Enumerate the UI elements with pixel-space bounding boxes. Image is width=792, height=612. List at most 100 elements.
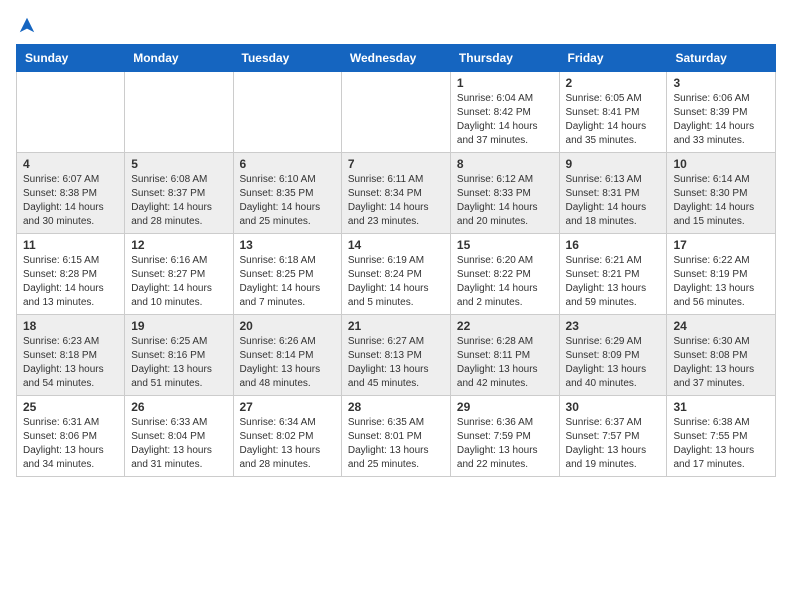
calendar-cell xyxy=(17,72,125,153)
day-number: 17 xyxy=(673,238,769,252)
day-info: Sunrise: 6:22 AM Sunset: 8:19 PM Dayligh… xyxy=(673,254,769,310)
day-info: Sunrise: 6:34 AM Sunset: 8:02 PM Dayligh… xyxy=(240,416,335,472)
calendar-cell: 24 Sunrise: 6:30 AM Sunset: 8:08 PM Dayli… xyxy=(667,315,776,396)
day-info: Sunrise: 6:31 AM Sunset: 8:06 PM Dayligh… xyxy=(23,416,118,472)
day-header-monday: Monday xyxy=(125,45,233,72)
day-info: Sunrise: 6:33 AM Sunset: 8:04 PM Dayligh… xyxy=(131,416,226,472)
logo-icon xyxy=(18,16,36,34)
calendar-cell xyxy=(125,72,233,153)
calendar-cell: 16Sunrise: 6:21 AM Sunset: 8:21 PM Dayli… xyxy=(559,234,667,315)
calendar-cell: 22 Sunrise: 6:28 AM Sunset: 8:11 PM Dayli… xyxy=(450,315,559,396)
calendar-week-row: 18Sunrise: 6:23 AM Sunset: 8:18 PM Dayli… xyxy=(17,315,776,396)
day-info: Sunrise: 6:27 AM Sunset: 8:13 PM Dayligh… xyxy=(348,335,444,391)
day-number: 14 xyxy=(348,238,444,252)
calendar-cell: 14 Sunrise: 6:19 AM Sunset: 8:24 PM Dayli… xyxy=(341,234,450,315)
calendar-cell: 2 Sunrise: 6:05 AM Sunset: 8:41 PM Daylig… xyxy=(559,72,667,153)
calendar-week-row: 4 Sunrise: 6:07 AM Sunset: 8:38 PM Daylig… xyxy=(17,153,776,234)
calendar-table: SundayMondayTuesdayWednesdayThursdayFrid… xyxy=(16,44,776,477)
day-number: 12 xyxy=(131,238,226,252)
day-header-tuesday: Tuesday xyxy=(233,45,341,72)
day-info: Sunrise: 6:08 AM Sunset: 8:37 PM Dayligh… xyxy=(131,173,226,229)
day-number: 29 xyxy=(457,400,553,414)
day-header-sunday: Sunday xyxy=(17,45,125,72)
day-info: Sunrise: 6:13 AM Sunset: 8:31 PM Dayligh… xyxy=(566,173,661,229)
calendar-cell: 29 Sunrise: 6:36 AM Sunset: 7:59 PM Dayli… xyxy=(450,396,559,477)
calendar-cell: 6 Sunrise: 6:10 AM Sunset: 8:35 PM Daylig… xyxy=(233,153,341,234)
day-number: 4 xyxy=(23,157,118,171)
day-number: 13 xyxy=(240,238,335,252)
calendar-cell: 27 Sunrise: 6:34 AM Sunset: 8:02 PM Dayli… xyxy=(233,396,341,477)
calendar-week-row: 11 Sunrise: 6:15 AM Sunset: 8:28 PM Dayli… xyxy=(17,234,776,315)
day-info: Sunrise: 6:26 AM Sunset: 8:14 PM Dayligh… xyxy=(240,335,335,391)
calendar-header-row: SundayMondayTuesdayWednesdayThursdayFrid… xyxy=(17,45,776,72)
calendar-cell: 8 Sunrise: 6:12 AM Sunset: 8:33 PM Daylig… xyxy=(450,153,559,234)
day-number: 19 xyxy=(131,319,226,333)
day-info: Sunrise: 6:36 AM Sunset: 7:59 PM Dayligh… xyxy=(457,416,553,472)
day-info: Sunrise: 6:37 AM Sunset: 7:57 PM Dayligh… xyxy=(566,416,661,472)
day-number: 27 xyxy=(240,400,335,414)
day-number: 1 xyxy=(457,76,553,90)
logo xyxy=(16,16,36,34)
calendar-cell: 17 Sunrise: 6:22 AM Sunset: 8:19 PM Dayli… xyxy=(667,234,776,315)
day-number: 22 xyxy=(457,319,553,333)
day-number: 24 xyxy=(673,319,769,333)
day-number: 11 xyxy=(23,238,118,252)
day-number: 3 xyxy=(673,76,769,90)
day-number: 2 xyxy=(566,76,661,90)
day-info: Sunrise: 6:28 AM Sunset: 8:11 PM Dayligh… xyxy=(457,335,553,391)
calendar-cell: 26 Sunrise: 6:33 AM Sunset: 8:04 PM Dayli… xyxy=(125,396,233,477)
day-number: 10 xyxy=(673,157,769,171)
day-number: 9 xyxy=(566,157,661,171)
day-info: Sunrise: 6:05 AM Sunset: 8:41 PM Dayligh… xyxy=(566,92,661,148)
day-info: Sunrise: 6:15 AM Sunset: 8:28 PM Dayligh… xyxy=(23,254,118,310)
calendar-cell: 4 Sunrise: 6:07 AM Sunset: 8:38 PM Daylig… xyxy=(17,153,125,234)
day-info: Sunrise: 6:14 AM Sunset: 8:30 PM Dayligh… xyxy=(673,173,769,229)
day-info: Sunrise: 6:04 AM Sunset: 8:42 PM Dayligh… xyxy=(457,92,553,148)
calendar-cell: 19 Sunrise: 6:25 AM Sunset: 8:16 PM Dayli… xyxy=(125,315,233,396)
day-info: Sunrise: 6:20 AM Sunset: 8:22 PM Dayligh… xyxy=(457,254,553,310)
day-header-friday: Friday xyxy=(559,45,667,72)
day-info: Sunrise: 6:07 AM Sunset: 8:38 PM Dayligh… xyxy=(23,173,118,229)
calendar-cell: 18Sunrise: 6:23 AM Sunset: 8:18 PM Dayli… xyxy=(17,315,125,396)
calendar-cell: 13 Sunrise: 6:18 AM Sunset: 8:25 PM Dayli… xyxy=(233,234,341,315)
calendar-cell xyxy=(341,72,450,153)
calendar-cell: 7 Sunrise: 6:11 AM Sunset: 8:34 PM Daylig… xyxy=(341,153,450,234)
day-info: Sunrise: 6:18 AM Sunset: 8:25 PM Dayligh… xyxy=(240,254,335,310)
page-header xyxy=(16,16,776,34)
calendar-cell: 3 Sunrise: 6:06 AM Sunset: 8:39 PM Daylig… xyxy=(667,72,776,153)
day-number: 21 xyxy=(348,319,444,333)
day-number: 8 xyxy=(457,157,553,171)
day-number: 25 xyxy=(23,400,118,414)
day-info: Sunrise: 6:23 AM Sunset: 8:18 PM Dayligh… xyxy=(23,335,118,391)
day-info: Sunrise: 6:25 AM Sunset: 8:16 PM Dayligh… xyxy=(131,335,226,391)
day-number: 6 xyxy=(240,157,335,171)
day-info: Sunrise: 6:19 AM Sunset: 8:24 PM Dayligh… xyxy=(348,254,444,310)
day-number: 23 xyxy=(566,319,661,333)
calendar-cell: 20 Sunrise: 6:26 AM Sunset: 8:14 PM Dayli… xyxy=(233,315,341,396)
calendar-cell: 1 Sunrise: 6:04 AM Sunset: 8:42 PM Daylig… xyxy=(450,72,559,153)
day-info: Sunrise: 6:38 AM Sunset: 7:55 PM Dayligh… xyxy=(673,416,769,472)
day-info: Sunrise: 6:21 AM Sunset: 8:21 PM Dayligh… xyxy=(566,254,661,310)
day-header-wednesday: Wednesday xyxy=(341,45,450,72)
calendar-cell: 15Sunrise: 6:20 AM Sunset: 8:22 PM Dayli… xyxy=(450,234,559,315)
day-number: 26 xyxy=(131,400,226,414)
day-number: 28 xyxy=(348,400,444,414)
day-number: 5 xyxy=(131,157,226,171)
day-info: Sunrise: 6:10 AM Sunset: 8:35 PM Dayligh… xyxy=(240,173,335,229)
calendar-cell: 11 Sunrise: 6:15 AM Sunset: 8:28 PM Dayli… xyxy=(17,234,125,315)
day-info: Sunrise: 6:11 AM Sunset: 8:34 PM Dayligh… xyxy=(348,173,444,229)
calendar-cell: 10 Sunrise: 6:14 AM Sunset: 8:30 PM Dayli… xyxy=(667,153,776,234)
day-info: Sunrise: 6:30 AM Sunset: 8:08 PM Dayligh… xyxy=(673,335,769,391)
day-number: 7 xyxy=(348,157,444,171)
calendar-cell xyxy=(233,72,341,153)
day-number: 20 xyxy=(240,319,335,333)
calendar-cell: 30Sunrise: 6:37 AM Sunset: 7:57 PM Dayli… xyxy=(559,396,667,477)
day-info: Sunrise: 6:12 AM Sunset: 8:33 PM Dayligh… xyxy=(457,173,553,229)
calendar-cell: 5 Sunrise: 6:08 AM Sunset: 8:37 PM Daylig… xyxy=(125,153,233,234)
day-header-thursday: Thursday xyxy=(450,45,559,72)
day-info: Sunrise: 6:29 AM Sunset: 8:09 PM Dayligh… xyxy=(566,335,661,391)
day-info: Sunrise: 6:06 AM Sunset: 8:39 PM Dayligh… xyxy=(673,92,769,148)
day-info: Sunrise: 6:35 AM Sunset: 8:01 PM Dayligh… xyxy=(348,416,444,472)
calendar-cell: 12Sunrise: 6:16 AM Sunset: 8:27 PM Dayli… xyxy=(125,234,233,315)
calendar-week-row: 1 Sunrise: 6:04 AM Sunset: 8:42 PM Daylig… xyxy=(17,72,776,153)
